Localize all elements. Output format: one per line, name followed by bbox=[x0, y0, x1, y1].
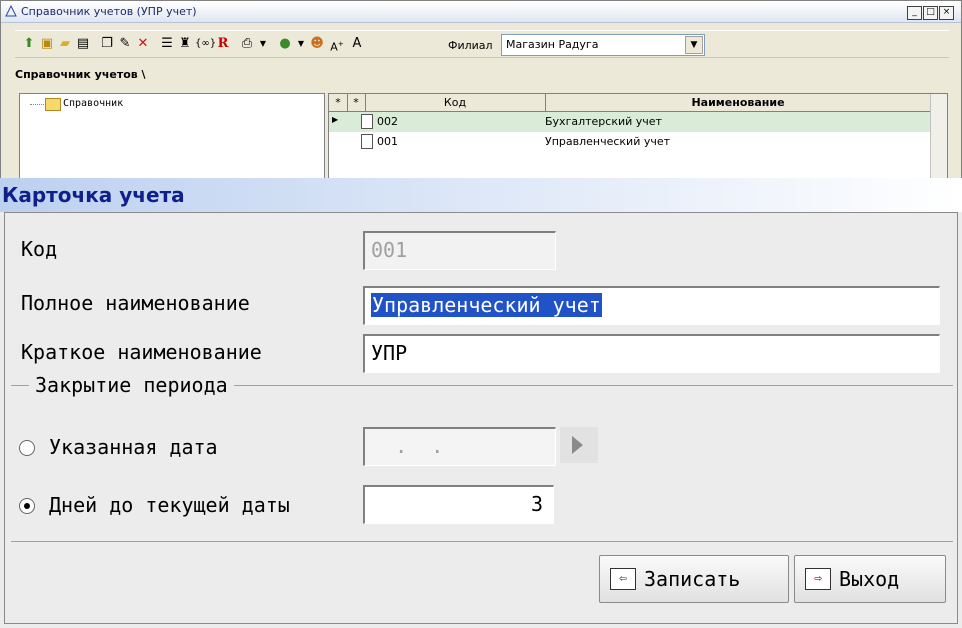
filter-icon[interactable]: {∞} bbox=[195, 36, 216, 52]
maximize-button[interactable]: □ bbox=[923, 6, 938, 20]
table-row[interactable]: ▶ 002 Бухгалтерский учет bbox=[329, 112, 931, 132]
dialog-body: Код 001 Полное наименование Управленческ… bbox=[4, 212, 958, 624]
row-name: Управленческий учет bbox=[545, 135, 671, 148]
code-field[interactable]: 001 bbox=[363, 231, 556, 270]
print-icon[interactable]: ⎙ bbox=[239, 36, 255, 52]
short-name-value: УПР bbox=[371, 341, 408, 365]
document-icon bbox=[361, 134, 373, 149]
full-name-label: Полное наименование bbox=[21, 291, 250, 315]
radio-specified-date[interactable] bbox=[19, 440, 35, 456]
accounts-table: * * Код Наименование ▶ 002 Бухгалтерский… bbox=[328, 93, 948, 183]
days-value: 3 bbox=[530, 492, 543, 516]
exit-button-label: Выход bbox=[839, 567, 900, 591]
exit-button[interactable]: ⇨ Выход bbox=[794, 555, 946, 603]
row-pointer-icon: ▶ bbox=[332, 115, 339, 124]
short-name-label: Краткое наименование bbox=[21, 340, 262, 364]
account-card-dialog: Карточка учета Код 001 Полное наименован… bbox=[0, 178, 962, 628]
tree-panel: Справочник bbox=[19, 93, 325, 183]
filial-value: Магазин Радуга bbox=[506, 38, 599, 51]
save-icon[interactable]: ▤ bbox=[75, 36, 91, 52]
list-icon[interactable]: ☰ bbox=[159, 36, 175, 52]
short-name-field[interactable]: УПР bbox=[363, 334, 940, 373]
vertical-scrollbar[interactable] bbox=[930, 94, 947, 182]
save-button[interactable]: ⇦ Записать bbox=[599, 555, 789, 603]
col-header-code[interactable]: Код bbox=[365, 94, 546, 111]
new-folder-icon[interactable]: ▣ bbox=[39, 36, 55, 52]
document-icon bbox=[361, 114, 373, 129]
folder-icon[interactable]: ▰ bbox=[57, 36, 73, 52]
radio-days-to-current[interactable] bbox=[19, 498, 35, 514]
minimize-button[interactable]: _ bbox=[907, 6, 922, 20]
row-name: Бухгалтерский учет bbox=[545, 115, 662, 128]
action-dropdown-icon[interactable]: ▼ bbox=[293, 36, 309, 52]
window-title: Справочник учетов (УПР учет) bbox=[21, 5, 197, 18]
user-icon[interactable]: ☻ bbox=[309, 36, 325, 52]
col-header-name[interactable]: Наименование bbox=[545, 94, 932, 111]
arrow-left-icon: ⇦ bbox=[610, 568, 636, 590]
delete-icon[interactable]: ✕ bbox=[135, 36, 151, 52]
font-decrease-icon[interactable]: A bbox=[349, 36, 365, 52]
col-header-mark2[interactable]: * bbox=[347, 94, 366, 111]
filial-select[interactable]: Магазин Радуга ▼ bbox=[501, 34, 705, 56]
row-code: 002 bbox=[377, 115, 398, 128]
breadcrumb: Справочник учетов \ bbox=[15, 68, 146, 81]
days-field[interactable]: 3 bbox=[363, 485, 554, 524]
days-to-current-label: Дней до текущей даты bbox=[49, 493, 290, 517]
toolbar: ⬆ ▣ ▰ ▤ ❐ ✎ ✕ ☰ ♜ {∞} R ⎙ ▼ ● ▼ ☻ A+ A Ф… bbox=[15, 30, 949, 58]
close-button[interactable]: × bbox=[939, 6, 954, 20]
arrow-right-icon bbox=[572, 436, 583, 454]
title-bar: Справочник учетов (УПР учет) _ □ × bbox=[1, 1, 961, 23]
chevron-down-icon[interactable]: ▼ bbox=[685, 36, 703, 54]
print-dropdown-icon[interactable]: ▼ bbox=[255, 36, 271, 52]
period-group-title: Закрытие периода bbox=[29, 373, 234, 397]
date-field[interactable]: . . bbox=[363, 427, 556, 466]
separator bbox=[11, 541, 953, 542]
tree-connector bbox=[30, 104, 44, 105]
table-row[interactable]: 001 Управленческий учет bbox=[329, 132, 931, 152]
tree-item-root[interactable]: Справочник bbox=[63, 98, 123, 109]
action-icon[interactable]: ● bbox=[277, 36, 293, 52]
full-name-value: Управленческий учет bbox=[371, 293, 602, 317]
find-icon[interactable]: ♜ bbox=[177, 36, 193, 52]
save-button-label: Записать bbox=[644, 567, 741, 591]
date-picker-button[interactable] bbox=[560, 427, 598, 463]
copy-icon[interactable]: ❐ bbox=[99, 36, 115, 52]
code-value: 001 bbox=[371, 238, 408, 262]
col-header-mark1[interactable]: * bbox=[329, 94, 348, 111]
date-value: . . bbox=[371, 434, 444, 458]
radio-selected-dot bbox=[24, 503, 30, 509]
report-icon[interactable]: R bbox=[215, 36, 231, 52]
row-code: 001 bbox=[377, 135, 398, 148]
folder-icon bbox=[45, 98, 61, 111]
table-header: * * Код Наименование bbox=[329, 94, 947, 112]
code-label: Код bbox=[21, 237, 58, 261]
specified-date-label: Указанная дата bbox=[49, 435, 218, 459]
up-icon[interactable]: ⬆ bbox=[21, 36, 37, 52]
background-window: Справочник учетов (УПР учет) _ □ × ⬆ ▣ ▰… bbox=[0, 0, 962, 183]
dialog-header: Карточка учета bbox=[0, 178, 962, 212]
full-name-field[interactable]: Управленческий учет bbox=[363, 286, 940, 325]
dialog-title: Карточка учета bbox=[2, 183, 185, 207]
font-increase-icon[interactable]: A+ bbox=[329, 36, 345, 54]
app-icon bbox=[5, 5, 17, 17]
edit-icon[interactable]: ✎ bbox=[117, 36, 133, 52]
filial-label: Филиал bbox=[448, 39, 493, 52]
exit-arrow-icon: ⇨ bbox=[805, 568, 831, 590]
